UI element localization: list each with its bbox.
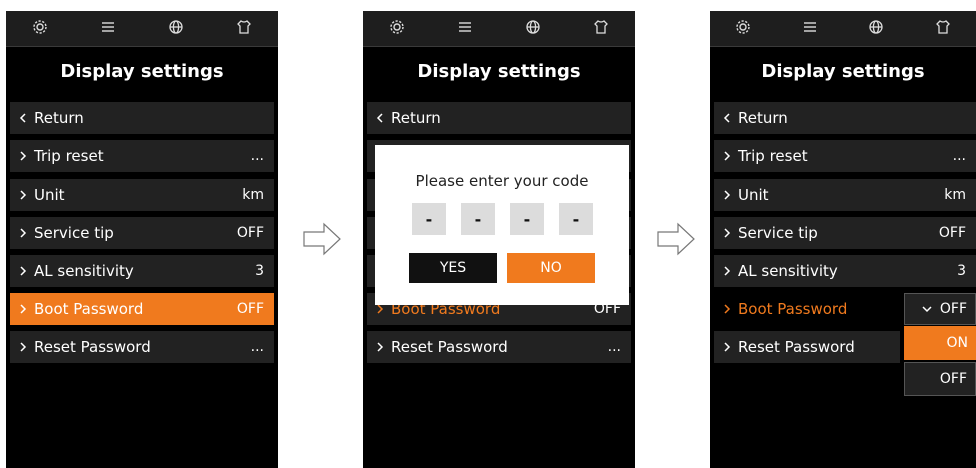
menu-item-boot-password[interactable]: Boot Password [714,293,900,325]
dialog-prompt: Please enter your code [415,172,589,190]
menu-item-return[interactable]: Return [367,102,631,134]
code-digit-2[interactable]: - [461,203,495,235]
menu-item-label: AL sensitivity [34,262,134,280]
menu-item-value: OFF [236,301,264,317]
top-toolbar [6,11,278,47]
menu-item-label: Unit [34,186,65,204]
menu-item-reset-password[interactable]: Reset Password [714,331,900,363]
menu-item-return[interactable]: Return [10,102,274,134]
menu-item-return[interactable]: Return [714,102,976,134]
chevron-right-icon [20,190,27,200]
menu-item-value: km [944,187,966,203]
menu-item-label: Trip reset [738,147,808,165]
menu-item-service-tip[interactable]: Service tip OFF [714,217,976,249]
code-digit-1[interactable]: - [412,203,446,235]
code-digit-3[interactable]: - [510,203,544,235]
menu-item-value: ... [250,339,264,355]
chevron-right-icon [724,304,731,314]
menu-item-al-sensitivity[interactable]: AL sensitivity 3 [714,255,976,287]
menu-item-label: Boot Password [738,300,848,318]
menu-item-value: ... [607,339,621,355]
menu-item-label: Reset Password [391,338,508,356]
chevron-right-icon [20,266,27,276]
code-digit-4[interactable]: - [559,203,593,235]
globe-icon[interactable] [868,19,884,39]
menu-item-unit[interactable]: Unit km [10,179,274,211]
password-dialog: Please enter your code - - - - YES NO [375,145,629,305]
menu-item-label: Unit [738,186,769,204]
chevron-right-icon [20,342,27,352]
chevron-right-icon [377,342,384,352]
top-toolbar [363,11,635,47]
menu-item-label: Trip reset [34,147,104,165]
menu-item-value: 3 [255,263,264,279]
gear-icon[interactable] [32,19,48,39]
chevron-left-icon [376,113,383,123]
list-icon[interactable] [802,19,818,39]
chevron-left-icon [19,113,26,123]
page-title: Display settings [417,61,581,82]
arrow-right-icon [303,222,341,256]
chevron-right-icon [724,342,731,352]
chevron-right-icon [377,304,384,314]
menu-item-label: AL sensitivity [738,262,838,280]
menu-item-label: Reset Password [738,338,855,356]
menu-item-value: km [242,187,264,203]
screen-display-settings-2: Display settings Return Boot Password OF… [363,11,635,468]
globe-icon[interactable] [168,19,184,39]
menu-item-value: ... [952,148,966,164]
menu-item-label: Return [391,109,441,127]
shirt-icon[interactable] [593,19,609,39]
menu-item-value: 3 [957,263,966,279]
chevron-right-icon [724,190,731,200]
chevron-right-icon [724,151,731,161]
list-icon[interactable] [100,19,116,39]
gear-icon[interactable] [389,19,405,39]
chevron-left-icon [723,113,730,123]
chevron-right-icon [724,266,731,276]
chevron-right-icon [20,304,27,314]
dropdown-selected-value: OFF [939,301,967,317]
chevron-right-icon [724,228,731,238]
menu-item-trip-reset[interactable]: Trip reset ... [10,140,274,172]
screen-display-settings-3: Display settings Return Trip reset ... U… [710,11,976,468]
menu-item-value: ... [250,148,264,164]
list-icon[interactable] [457,19,473,39]
menu-item-unit[interactable]: Unit km [714,179,976,211]
menu-item-label: Return [34,109,84,127]
chevron-down-icon [922,306,932,313]
menu-item-value: OFF [938,225,966,241]
menu-item-al-sensitivity[interactable]: AL sensitivity 3 [10,255,274,287]
screen-display-settings-1: Display settings Return Trip reset ... U… [6,11,278,468]
menu-item-service-tip[interactable]: Service tip OFF [10,217,274,249]
menu-item-label: Service tip [34,224,114,242]
dropdown-option-off[interactable]: OFF [904,362,976,396]
menu-item-reset-password[interactable]: Reset Password ... [10,331,274,363]
gear-icon[interactable] [735,19,751,39]
chevron-right-icon [20,151,27,161]
shirt-icon[interactable] [236,19,252,39]
menu-item-label: Return [738,109,788,127]
dropdown-option-on[interactable]: ON [904,326,976,360]
shirt-icon[interactable] [935,19,951,39]
chevron-right-icon [20,228,27,238]
top-toolbar [710,11,976,47]
menu-item-label: Boot Password [34,300,144,318]
no-button[interactable]: NO [507,253,595,283]
page-title: Display settings [60,61,224,82]
menu-item-label: Reset Password [34,338,151,356]
menu-item-reset-password[interactable]: Reset Password ... [367,331,631,363]
yes-button[interactable]: YES [409,253,497,283]
menu-item-label: Service tip [738,224,818,242]
globe-icon[interactable] [525,19,541,39]
menu-item-value: OFF [236,225,264,241]
boot-password-dropdown[interactable]: OFF [904,293,976,325]
menu-item-trip-reset[interactable]: Trip reset ... [714,140,976,172]
page-title: Display settings [761,61,925,82]
arrow-right-icon [657,222,695,256]
menu-item-boot-password[interactable]: Boot Password OFF [10,293,274,325]
